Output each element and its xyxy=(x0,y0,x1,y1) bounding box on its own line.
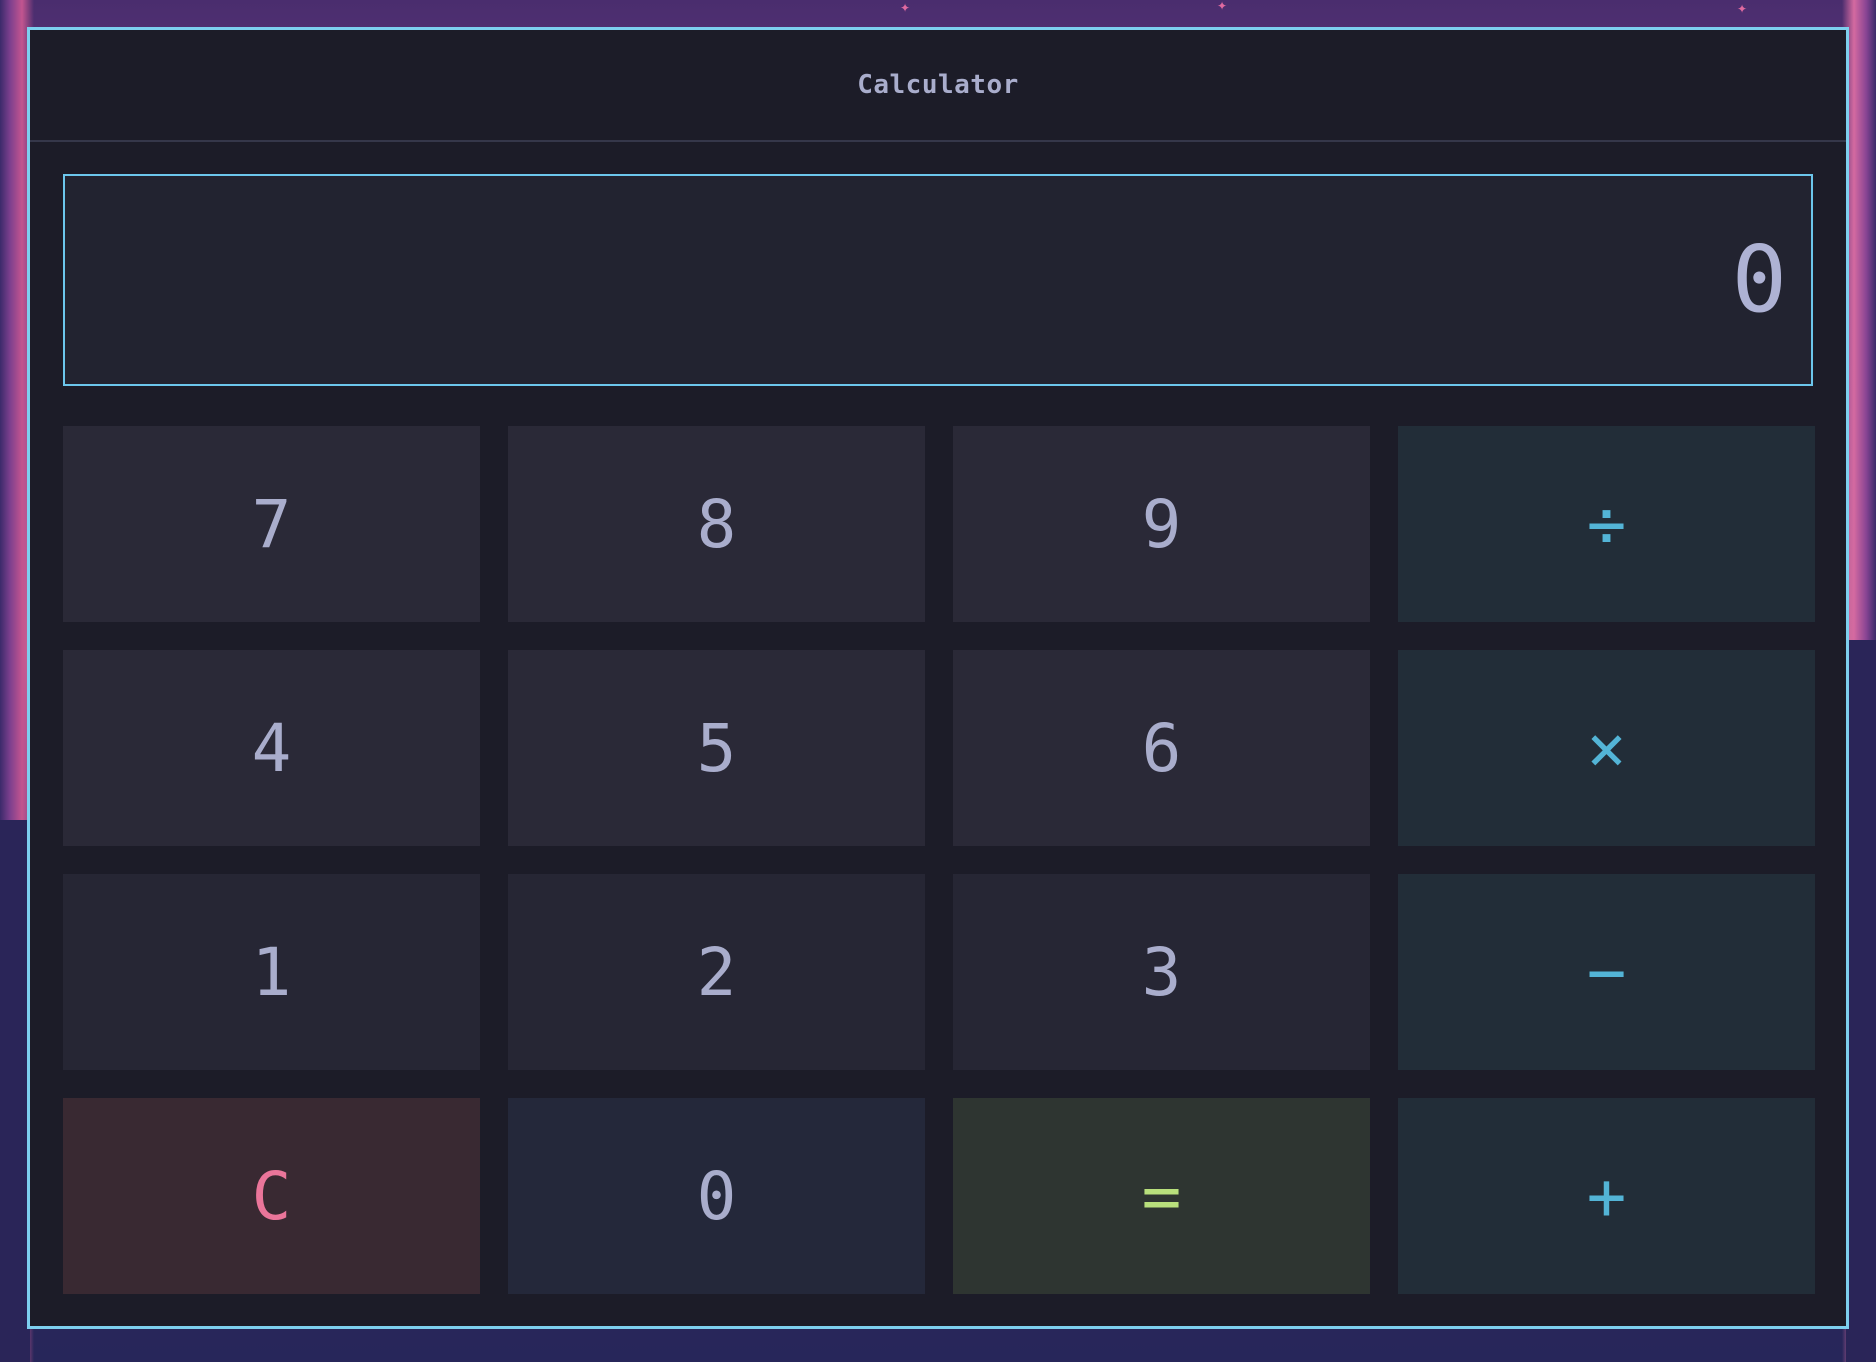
key-clear[interactable]: C xyxy=(63,1098,480,1294)
key-subtract[interactable]: − xyxy=(1398,874,1815,1070)
key-0[interactable]: 0 xyxy=(508,1098,925,1294)
wallpaper-tree-silhouette-right xyxy=(1846,640,1876,1362)
key-5[interactable]: 5 xyxy=(508,650,925,846)
key-1[interactable]: 1 xyxy=(63,874,480,1070)
star-icon: ✦ xyxy=(1737,2,1748,16)
key-4[interactable]: 4 xyxy=(63,650,480,846)
calculator-window: Calculator 0 7 8 9 ÷ 4 5 6 × 1 2 3 − C 0… xyxy=(27,27,1849,1329)
key-2[interactable]: 2 xyxy=(508,874,925,1070)
wallpaper-tree-silhouette-left xyxy=(0,820,30,1362)
key-6[interactable]: 6 xyxy=(953,650,1370,846)
calculator-body: 0 7 8 9 ÷ 4 5 6 × 1 2 3 − C 0 = + xyxy=(30,142,1846,1294)
key-multiply[interactable]: × xyxy=(1398,650,1815,846)
key-divide[interactable]: ÷ xyxy=(1398,426,1815,622)
star-icon: ✦ xyxy=(1217,0,1228,13)
window-title: Calculator xyxy=(857,70,1019,100)
key-add[interactable]: + xyxy=(1398,1098,1815,1294)
key-7[interactable]: 7 xyxy=(63,426,480,622)
star-icon: ✦ xyxy=(900,1,911,15)
result-display: 0 xyxy=(63,174,1813,386)
key-9[interactable]: 9 xyxy=(953,426,1370,622)
title-bar[interactable]: Calculator xyxy=(30,30,1846,142)
keypad: 7 8 9 ÷ 4 5 6 × 1 2 3 − C 0 = + xyxy=(63,426,1815,1294)
display-value: 0 xyxy=(1731,226,1787,333)
key-3[interactable]: 3 xyxy=(953,874,1370,1070)
key-8[interactable]: 8 xyxy=(508,426,925,622)
key-equals[interactable]: = xyxy=(953,1098,1370,1294)
